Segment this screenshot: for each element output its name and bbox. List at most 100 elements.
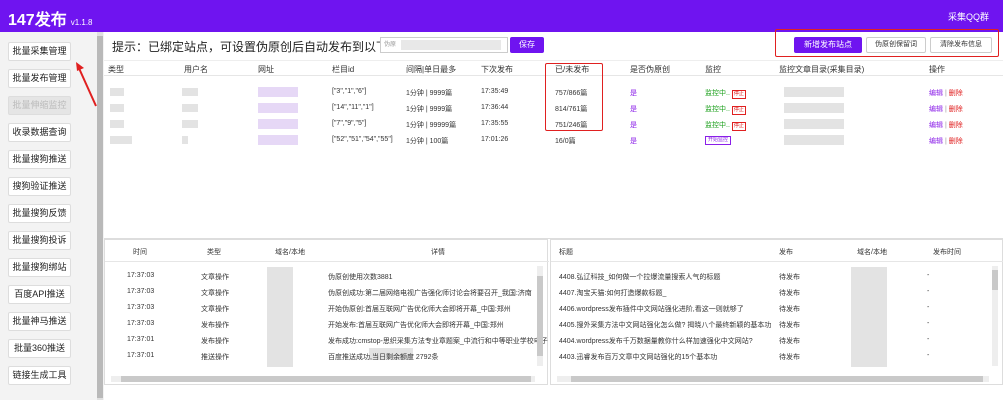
- delete-link[interactable]: 删除: [949, 106, 963, 113]
- sidebar-item-360-push[interactable]: 批量360推送: [8, 339, 71, 358]
- save-button[interactable]: 保存: [510, 37, 544, 53]
- cell-pseudo[interactable]: 是: [630, 136, 637, 146]
- queue-time: -: [927, 288, 930, 295]
- edit-link[interactable]: 编辑: [929, 122, 943, 129]
- stop-button[interactable]: 停止: [731, 106, 746, 115]
- table-row: ["7","9","5"] 1分钟 | 99999篇 17:35:55 751/…: [104, 116, 1003, 132]
- log-hscroll-thumb[interactable]: [121, 376, 531, 382]
- cell-counts: 16/0篇: [555, 138, 576, 145]
- sidebar-scrollbar-thumb[interactable]: [97, 36, 103, 398]
- cell-next-publish: 17:35:55: [481, 120, 509, 127]
- action-separator: |: [944, 90, 947, 97]
- log-type: 文章操作: [201, 290, 229, 297]
- log-vscroll[interactable]: [537, 266, 543, 366]
- cell-actions: 编辑 | 删除: [929, 104, 963, 114]
- log-type: 文章操作: [201, 306, 229, 313]
- qq-group-link[interactable]: 采集QQ群: [948, 10, 989, 23]
- log-detail: 百度推送成功,当日剩余额度 2792条: [328, 354, 439, 361]
- log-time: 17:37:03: [127, 272, 155, 279]
- monitor-status: 监控中..: [705, 122, 730, 129]
- cell-interval: 1分钟 | 99999篇: [406, 122, 457, 129]
- blurred-content: [258, 119, 298, 129]
- edit-link[interactable]: 编辑: [929, 90, 943, 97]
- sidebar-item-sogou-feedback[interactable]: 批量搜狗反馈: [8, 204, 71, 223]
- log-vscroll-thumb[interactable]: [537, 276, 543, 356]
- sidebar-item-sogou-bind[interactable]: 批量搜狗绑站: [8, 258, 71, 277]
- queue-time: -: [927, 336, 930, 343]
- queue-status: 待发布: [779, 290, 800, 297]
- log-hscroll[interactable]: [111, 376, 535, 382]
- cell-next-publish: 17:35:49: [481, 88, 509, 95]
- log-col-detail: 详情: [431, 249, 445, 256]
- cell-next-publish: 17:36:44: [481, 104, 509, 111]
- queue-col-time: 发布时间: [933, 249, 961, 256]
- log-col-domain: 域名/本地: [275, 249, 305, 256]
- queue-vscroll-thumb[interactable]: [992, 270, 998, 290]
- cell-column-id: ["3","1","6"]: [332, 88, 367, 95]
- edit-link[interactable]: 编辑: [929, 138, 943, 145]
- cell-pseudo[interactable]: 是: [630, 88, 637, 98]
- stop-button[interactable]: 停止: [731, 122, 746, 131]
- delete-link[interactable]: 删除: [949, 122, 963, 129]
- cell-counts: 757/866篇: [555, 90, 588, 97]
- queue-title: 4404.wordpress发布千万数据量教你什么样加速强化中文网站?: [559, 338, 753, 345]
- blurred-content: [110, 104, 124, 112]
- start-monitor-button[interactable]: 开始监控: [705, 136, 732, 145]
- log-type: 文章操作: [201, 274, 229, 281]
- sidebar-item-baidu-api[interactable]: 百度API推送: [8, 285, 71, 304]
- sidebar-item-index-query[interactable]: 收录数据查询: [8, 123, 71, 142]
- queue-vscroll[interactable]: [992, 266, 998, 366]
- blurred-content: [851, 267, 887, 367]
- queue-hscroll-thumb[interactable]: [571, 376, 983, 382]
- queue-time: -: [927, 304, 930, 311]
- stop-button[interactable]: 停止: [731, 90, 746, 99]
- clear-publish-button[interactable]: 清除发布信息: [930, 37, 992, 53]
- pseudo-input[interactable]: 伪原: [380, 37, 508, 53]
- delete-link[interactable]: 删除: [949, 90, 963, 97]
- delete-link[interactable]: 删除: [949, 138, 963, 145]
- queue-status: 待发布: [779, 322, 800, 329]
- sidebar-item-monitor[interactable]: 批量伸缩监控: [8, 96, 71, 115]
- cell-counts: 751/246篇: [555, 122, 588, 129]
- blurred-content: [784, 87, 844, 97]
- sidebar-item-sogou-push[interactable]: 批量搜狗推送: [8, 150, 71, 169]
- cell-monitor: 监控中.. 停止: [705, 88, 746, 99]
- cell-column-id: ["7","9","5"]: [332, 120, 367, 127]
- sidebar-item-link-tool[interactable]: 链接生成工具: [8, 366, 71, 385]
- sidebar-item-publish[interactable]: 批量发布管理: [8, 69, 71, 88]
- cell-actions: 编辑 | 删除: [929, 136, 963, 146]
- queue-title: 4407.淘宝天猫:如何打造爆款标题_: [559, 290, 667, 297]
- log-detail: 伪原创使用次数3881: [328, 274, 393, 281]
- col-monitor-dir: 监控文章目录(采集目录): [779, 65, 865, 74]
- col-username: 用户名: [184, 65, 208, 74]
- col-pseudo: 是否伪原创: [630, 65, 670, 74]
- sidebar-item-shenma-push[interactable]: 批量神马推送: [8, 312, 71, 331]
- sidebar-scrollbar[interactable]: [97, 32, 103, 400]
- log-type: 推送操作: [201, 354, 229, 361]
- top-bar: 147发布 v1.1.8 采集QQ群: [0, 0, 1003, 32]
- blurred-content: [784, 135, 844, 145]
- sidebar-item-collect[interactable]: 批量采集管理: [8, 42, 71, 61]
- col-interval: 间隔|单日最多: [406, 65, 457, 74]
- cell-pseudo[interactable]: 是: [630, 104, 637, 114]
- blurred-content: [110, 88, 124, 96]
- col-monitor: 监控: [705, 65, 721, 74]
- sidebar-item-sogou-complaint[interactable]: 批量搜狗投诉: [8, 231, 71, 250]
- edit-link[interactable]: 编辑: [929, 106, 943, 113]
- pseudo-keep-words-button[interactable]: 伪原创保留词: [866, 37, 926, 53]
- log-time: 17:37:01: [127, 352, 155, 359]
- table-row: ["3","1","6"] 1分钟 | 9999篇 17:35:49 757/8…: [104, 84, 1003, 100]
- action-separator: |: [944, 138, 947, 145]
- new-site-button[interactable]: 新增发布站点: [794, 37, 862, 53]
- queue-status: 待发布: [779, 354, 800, 361]
- queue-status: 待发布: [779, 338, 800, 345]
- cell-pseudo[interactable]: 是: [630, 120, 637, 130]
- col-url: 网址: [258, 65, 274, 74]
- blurred-content: [267, 267, 293, 367]
- cell-interval: 1分钟 | 9999篇: [406, 90, 453, 97]
- blurred-content: [110, 120, 124, 128]
- blurred-content: [182, 104, 198, 112]
- queue-hscroll[interactable]: [557, 376, 989, 382]
- queue-col-status: 发布: [779, 249, 793, 256]
- sidebar-item-sogou-verify[interactable]: 搜狗验证推送: [8, 177, 71, 196]
